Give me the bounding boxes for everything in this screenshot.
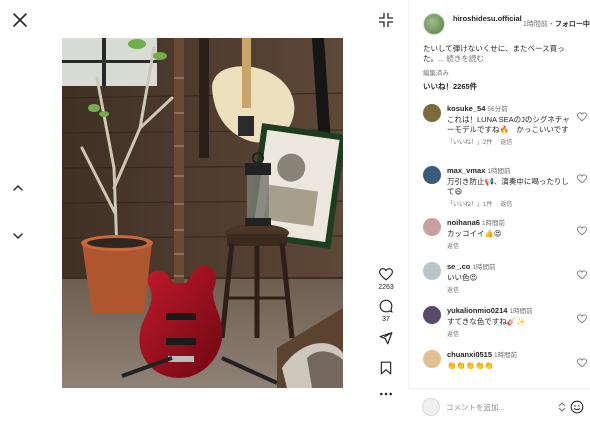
likes-count-label[interactable]: いいね！2265件 [423,81,477,92]
commenter-avatar[interactable] [423,166,441,184]
stepper-icon[interactable] [558,402,566,412]
heart-icon [379,267,393,280]
post-header: hiroshidesu.official 1時間前・フォロー中 [423,12,590,40]
comment-like-icon[interactable] [577,270,587,280]
comment-count: 37 [382,316,390,323]
comment-like-icon[interactable] [577,174,587,184]
save-button[interactable] [374,358,398,378]
reply-button[interactable]: 返信 [500,202,512,208]
chevron-up-icon[interactable] [10,180,26,196]
commenter-avatar[interactable] [423,350,441,368]
commenter-avatar[interactable] [423,218,441,236]
commenter-avatar[interactable] [423,262,441,280]
comment-likes[interactable]: 「いいね！」2件 [447,140,492,146]
more-icon [380,392,392,396]
comment-text: カッコイイ👍😍 [447,229,502,238]
post-meta: 1時間前・フォロー中 [523,19,590,29]
comment-button[interactable] [374,296,398,316]
like-count: 2263 [378,284,394,291]
reply-button[interactable]: 返信 [447,332,459,338]
reply-button[interactable]: 返信 [500,140,512,146]
comment-time: 1時間前 [487,168,511,175]
author-avatar[interactable] [423,13,445,35]
comment-time: 1時間前 [494,352,518,359]
comment-time: 1時間前 [481,220,506,227]
comment-like-icon[interactable] [577,358,587,368]
more-options-button[interactable] [374,384,398,404]
comment-text: 👏👏👏👏👏 [447,361,494,370]
collapse-icon[interactable] [378,12,394,28]
comment-text: いい色😍 [447,273,478,282]
comment-time: 56分前 [487,106,508,113]
post-photo[interactable] [62,38,343,388]
edited-label: 編集済み [423,70,449,77]
comment-like-icon[interactable] [577,112,587,122]
comment-icon [379,299,393,313]
bookmark-icon [380,361,392,375]
post-caption: たいして弾けないくせに、またベース買った。... 続きを読む [423,44,583,64]
commenter-username[interactable]: max_vmax [447,166,485,175]
comment-like-icon[interactable] [577,226,587,236]
comment-time: 1時間前 [509,308,533,315]
commenter-username[interactable]: noihana6 [447,218,480,227]
comment-like-icon[interactable] [577,314,587,324]
post-details-panel: hiroshidesu.official 1時間前・フォロー中 たいして弾けない… [408,0,590,425]
current-user-avatar [422,398,440,416]
comment-composer [408,388,590,425]
comment-time: 1時間前 [472,264,496,271]
commenter-username[interactable]: yukalionmio0214 [447,306,507,315]
commenter-username[interactable]: chuanxi0515 [447,350,492,359]
comment-likes[interactable]: 「いいね！」1件 [447,202,492,208]
reply-button[interactable]: 返信 [447,288,459,294]
author-username[interactable]: hiroshidesu.official [453,14,523,24]
comment-input[interactable] [446,399,564,415]
emoji-icon[interactable] [570,400,584,414]
comment-text: すてきな色ですね🎸✨ [447,317,526,326]
media-viewer: 2263 37 [0,0,408,425]
reply-button[interactable]: 返信 [447,244,459,250]
post-modal: 2263 37 hiroshidesu.official 1時間前・フォロー中 … [0,0,590,425]
commenter-username[interactable]: kosuke_54 [447,104,485,113]
like-button[interactable] [374,264,398,284]
post-time: 1時間前 [523,21,548,28]
commenter-avatar[interactable] [423,104,441,122]
send-icon [379,332,393,345]
read-more-link[interactable]: ... 続きを読む [438,54,484,63]
commenter-avatar[interactable] [423,306,441,324]
close-icon[interactable] [10,10,30,30]
commenter-username[interactable]: se_.co [447,262,470,271]
meta-separator: ・ [547,21,555,28]
share-button[interactable] [374,328,398,348]
comment-text: 万引き防止📢、演奏中に喝ったりして😄 [447,177,569,196]
following-button[interactable]: フォロー中 [555,21,590,28]
comment-text: これは！LUNA SEAのJのシグネチャーモデルですね🔥 かっこいいです [447,115,570,134]
chevron-down-icon[interactable] [10,228,26,244]
